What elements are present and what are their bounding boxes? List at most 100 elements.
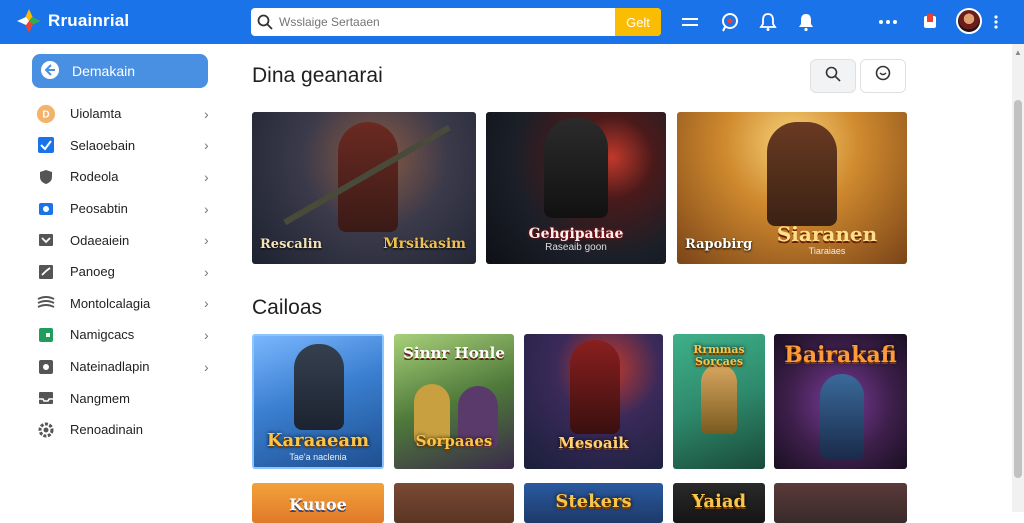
chevron-right-icon: ›: [204, 137, 209, 154]
card-title: Karaaeam: [266, 430, 370, 451]
card-caption: Rescalin: [260, 237, 323, 252]
chevron-right-icon: ›: [204, 200, 209, 217]
sidebar-item-10[interactable]: Renoadinain: [32, 414, 222, 446]
scrollbar-thumb[interactable]: [1014, 100, 1022, 478]
character-art: [701, 364, 737, 434]
card-title: Mesoaik: [558, 434, 629, 452]
card-title: Mrsikasim: [383, 236, 466, 252]
featured-card[interactable]: Rescalin Mrsikasim: [252, 112, 476, 264]
search-tool-button[interactable]: [810, 59, 856, 93]
flag-icon[interactable]: [918, 10, 942, 34]
character-art: [767, 122, 837, 226]
chevron-right-icon: ›: [204, 326, 209, 343]
search-input[interactable]: [279, 8, 615, 36]
svg-text:D: D: [42, 109, 49, 120]
catalog-card[interactable]: Sinnr Honle Sorpaaes: [394, 334, 514, 469]
app-logo[interactable]: Rruainrial: [16, 8, 129, 34]
sidebar-item-8[interactable]: Nateinadlapin ›: [32, 351, 222, 383]
chat-bubble-icon: [874, 65, 892, 88]
chevron-right-icon: ›: [204, 168, 209, 185]
search-icon: [251, 8, 279, 36]
character-art: [820, 374, 864, 460]
settings-icon: [36, 357, 56, 377]
sidebar-item-label: Odaeaiein: [70, 232, 130, 248]
top-bar: Rruainrial Gelt: [0, 0, 1024, 44]
card-title: Yaiad: [691, 491, 747, 512]
gear-icon: [36, 420, 56, 440]
sidebar-item-7[interactable]: Namigcacs ›: [32, 319, 222, 351]
notification-outline-icon[interactable]: [756, 10, 780, 34]
catalog-card[interactable]: [774, 483, 907, 523]
catalog-card[interactable]: Kuuoe: [252, 483, 384, 523]
arrow-back-icon: [40, 60, 60, 83]
catalog-card[interactable]: Rrmmas Sorcaes: [673, 334, 765, 469]
sidebar-item-label: Peosabtin: [70, 201, 128, 217]
card-title: Rrmmas Sorcaes: [693, 343, 745, 369]
camera-icon: [36, 199, 56, 219]
catalog-card[interactable]: Karaaeam Tae'a naclenia: [252, 334, 384, 469]
scroll-up-icon[interactable]: ▲: [1014, 48, 1022, 57]
character-art: [544, 118, 608, 218]
catalog-card[interactable]: Stekers: [524, 483, 663, 523]
sidebar-item-0[interactable]: D Uiolamta ›: [32, 98, 222, 130]
more-vertical-icon[interactable]: [984, 10, 1008, 34]
search-button[interactable]: Gelt: [615, 8, 661, 36]
menu-icon[interactable]: [678, 10, 702, 34]
sidebar-item-3[interactable]: Peosabtin ›: [32, 193, 222, 225]
avatar[interactable]: [956, 8, 982, 34]
sidebar-item-label: Uiolamta: [70, 106, 122, 122]
more-horizontal-icon[interactable]: [876, 10, 900, 34]
card-title: Kuuoe: [289, 495, 347, 514]
catalog-card[interactable]: [394, 483, 514, 523]
search-bar: Gelt: [251, 8, 661, 36]
featured-card[interactable]: Gehgipatiae Raseaib goon: [486, 112, 666, 264]
sidebar-primary-label: Demakain: [72, 63, 136, 79]
chevron-right-icon: ›: [204, 232, 209, 249]
zoom-icon: [825, 66, 841, 87]
sidebar-item-5[interactable]: Panoeg ›: [32, 256, 222, 288]
catalog-card[interactable]: Yaiad: [673, 483, 765, 523]
wallet-icon: [36, 325, 56, 345]
sidebar-item-label: Nateinadlapin: [70, 359, 150, 375]
sidebar-item-label: Namigcacs: [70, 327, 135, 343]
folder-icon: [36, 230, 56, 250]
featured-section-title: Dina geanarai: [252, 64, 383, 87]
chevron-right-icon: ›: [204, 105, 209, 122]
card-title: Sinnr Honle: [403, 344, 505, 362]
sidebar-primary-button[interactable]: Demakain: [32, 54, 208, 88]
user-badge-icon: D: [36, 104, 56, 124]
character-art: [294, 344, 344, 430]
card-caption: Raseaib goon: [545, 242, 607, 253]
sidebar-item-2[interactable]: Rodeola ›: [32, 161, 222, 193]
sidebar-item-9[interactable]: Nangmem: [32, 382, 222, 414]
sidebar-item-1[interactable]: Selaoebain ›: [32, 130, 222, 162]
catalog-section-title: Cailoas: [252, 296, 323, 319]
featured-card[interactable]: Rapobirg Siaranen Tiaraiaes: [677, 112, 907, 264]
sidebar: Demakain D Uiolamta › Selaoebain › Rodeola…: [32, 54, 222, 446]
layers-icon: [36, 293, 56, 313]
sidebar-item-label: Nangmem: [70, 390, 130, 406]
inbox-icon: [36, 388, 56, 408]
bell-icon[interactable]: [794, 10, 818, 34]
sidebar-list: D Uiolamta › Selaoebain › Rodeola › Peosabt…: [32, 98, 222, 446]
checkbox-icon: [36, 135, 56, 155]
card-subtitle: Tae'a naclenia: [289, 452, 347, 462]
chevron-right-icon: ›: [204, 295, 209, 312]
character-art: [570, 340, 620, 434]
chart-icon: [36, 262, 56, 282]
card-title: Stekers: [555, 491, 632, 512]
card-title: Siaranen: [776, 222, 878, 246]
card-subtitle: Sorpaaes: [415, 432, 493, 450]
sidebar-item-4[interactable]: Odaeaiein ›: [32, 224, 222, 256]
sidebar-item-6[interactable]: Montolcalagia ›: [32, 288, 222, 320]
card-caption: Rapobirg: [685, 237, 753, 252]
catalog-card[interactable]: Mesoaik: [524, 334, 663, 469]
card-title: Bairakafi: [784, 342, 897, 368]
sidebar-item-label: Panoeg: [70, 264, 115, 280]
catalog-card[interactable]: Bairakafi: [774, 334, 907, 469]
chat-icon[interactable]: [718, 10, 742, 34]
logo-icon: [16, 8, 42, 34]
card-title: Gehgipatiae: [528, 226, 624, 242]
chat-tool-button[interactable]: [860, 59, 906, 93]
card-subtitle: Tiaraiaes: [808, 246, 846, 256]
